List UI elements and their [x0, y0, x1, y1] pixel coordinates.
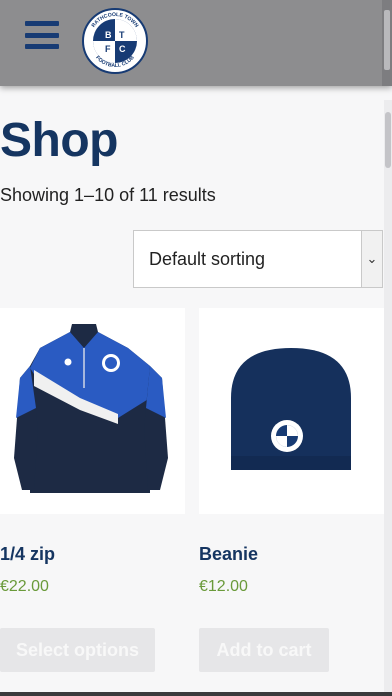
bottom-edge: [0, 692, 392, 696]
sort-selected-value: Default sorting: [149, 249, 266, 269]
beanie-hat-image: [231, 348, 351, 470]
product-card: 1/4 zip €22.00 Select options: [0, 308, 185, 672]
logo-letter: T: [119, 30, 125, 40]
product-price: €12.00: [199, 578, 248, 595]
header-scrollbar: [382, 0, 392, 86]
quarter-zip-top-image: [14, 324, 168, 493]
sort-select[interactable]: Default sorting ⌄: [133, 230, 383, 288]
result-count: Showing 1–10 of 11 results: [0, 185, 216, 205]
club-logo[interactable]: B T F C RATHCOOLE TOWN FOOTBALL CLUB: [82, 8, 148, 74]
select-options-button[interactable]: Select options: [0, 628, 155, 672]
chevron-down-icon[interactable]: ⌄: [361, 231, 382, 287]
product-image[interactable]: [0, 308, 185, 514]
product-name[interactable]: Beanie: [199, 544, 258, 565]
logo-letter: C: [119, 44, 126, 54]
product-card: Beanie €12.00 Add to cart: [199, 308, 384, 672]
site-header: B T F C RATHCOOLE TOWN FOOTBALL CLUB: [0, 0, 392, 86]
product-image[interactable]: [199, 308, 384, 514]
hamburger-icon[interactable]: [25, 21, 59, 49]
page-scrollbar[interactable]: [384, 100, 392, 696]
scrollbar-thumb[interactable]: [385, 112, 391, 168]
product-name[interactable]: 1/4 zip: [0, 544, 55, 565]
logo-letter: F: [105, 44, 111, 54]
add-to-cart-button[interactable]: Add to cart: [199, 628, 329, 672]
product-price: €22.00: [0, 578, 49, 595]
logo-letter: B: [105, 30, 112, 40]
page-title: Shop: [0, 114, 118, 167]
